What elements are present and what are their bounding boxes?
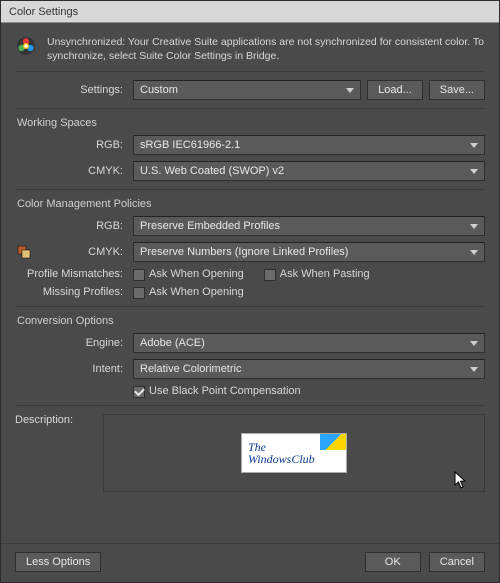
pol-cmyk-label: CMYK: — [39, 246, 127, 258]
layers-icon — [15, 244, 33, 260]
engine-select[interactable]: Adobe (ACE) — [133, 333, 485, 353]
ws-cmyk-select[interactable]: U.S. Web Coated (SWOP) v2 — [133, 161, 485, 181]
mismatch-ask-open[interactable]: Ask When Opening — [133, 268, 244, 280]
ws-cmyk-label: CMYK: — [15, 165, 127, 177]
desc-line2: WindowsClub — [248, 452, 315, 466]
conversion-group: Conversion Options Engine: Adobe (ACE) I… — [15, 306, 485, 397]
pol-rgb-value: Preserve Embedded Profiles — [140, 220, 280, 232]
pol-cmyk-value: Preserve Numbers (Ignore Linked Profiles… — [140, 246, 348, 258]
ok-button[interactable]: OK — [365, 552, 421, 572]
description-content: The WindowsClub — [241, 433, 347, 473]
pol-cmyk-select[interactable]: Preserve Numbers (Ignore Linked Profiles… — [133, 242, 485, 262]
window-title: Color Settings — [9, 6, 78, 18]
mismatch-label: Profile Mismatches: — [15, 268, 127, 280]
save-button[interactable]: Save... — [429, 80, 485, 100]
mismatch-ask-paste[interactable]: Ask When Pasting — [264, 268, 370, 280]
ws-cmyk-value: U.S. Web Coated (SWOP) v2 — [140, 165, 284, 177]
missing-ask-open[interactable]: Ask When Opening — [133, 286, 244, 298]
intent-select[interactable]: Relative Colorimetric — [133, 359, 485, 379]
bpc-check[interactable]: Use Black Point Compensation — [133, 385, 301, 397]
missing-ask-open-label: Ask When Opening — [149, 286, 244, 298]
conversion-title: Conversion Options — [15, 315, 485, 327]
policies-group: Color Management Policies RGB: Preserve … — [15, 189, 485, 298]
pol-rgb-select[interactable]: Preserve Embedded Profiles — [133, 216, 485, 236]
ws-rgb-select[interactable]: sRGB IEC61966-2.1 — [133, 135, 485, 155]
engine-value: Adobe (ACE) — [140, 337, 205, 349]
mismatch-ask-paste-label: Ask When Pasting — [280, 268, 370, 280]
settings-select[interactable]: Custom — [133, 80, 361, 100]
mismatch-ask-open-label: Ask When Opening — [149, 268, 244, 280]
working-spaces-group: Working Spaces RGB: sRGB IEC61966-2.1 CM… — [15, 108, 485, 181]
settings-label: Settings: — [15, 84, 127, 96]
policies-title: Color Management Policies — [15, 198, 485, 210]
pol-rgb-label: RGB: — [15, 220, 127, 232]
ws-rgb-label: RGB: — [15, 139, 127, 151]
settings-value: Custom — [140, 84, 178, 96]
checkbox-icon[interactable] — [133, 269, 145, 281]
flag-icon — [320, 434, 346, 450]
engine-label: Engine: — [15, 337, 127, 349]
sync-status: Unsynchronized: Your Creative Suite appl… — [15, 33, 485, 72]
missing-label: Missing Profiles: — [15, 286, 127, 298]
checkbox-icon[interactable] — [264, 269, 276, 281]
ws-rgb-value: sRGB IEC61966-2.1 — [140, 139, 240, 151]
cancel-button[interactable]: Cancel — [429, 552, 485, 572]
checkbox-checked-icon[interactable] — [133, 386, 145, 398]
load-button[interactable]: Load... — [367, 80, 423, 100]
less-options-button[interactable]: Less Options — [15, 552, 101, 572]
bpc-label: Use Black Point Compensation — [149, 385, 301, 397]
footer: Less Options OK Cancel — [1, 543, 499, 582]
sync-message: Unsynchronized: Your Creative Suite appl… — [47, 35, 485, 63]
description-box: The WindowsClub — [103, 414, 485, 492]
working-spaces-title: Working Spaces — [15, 117, 485, 129]
color-settings-window: Color Settings Unsynchronized: Your Crea… — [0, 0, 500, 583]
description-block: Description: The WindowsClub — [15, 405, 485, 492]
intent-value: Relative Colorimetric — [140, 363, 241, 375]
checkbox-icon[interactable] — [133, 287, 145, 299]
settings-row: Settings: Custom Load... Save... — [15, 80, 485, 100]
window-body: Unsynchronized: Your Creative Suite appl… — [1, 23, 499, 543]
window-titlebar: Color Settings — [1, 1, 499, 23]
unsynchronized-icon — [15, 35, 37, 57]
intent-label: Intent: — [15, 363, 127, 375]
description-label: Description: — [15, 414, 95, 492]
